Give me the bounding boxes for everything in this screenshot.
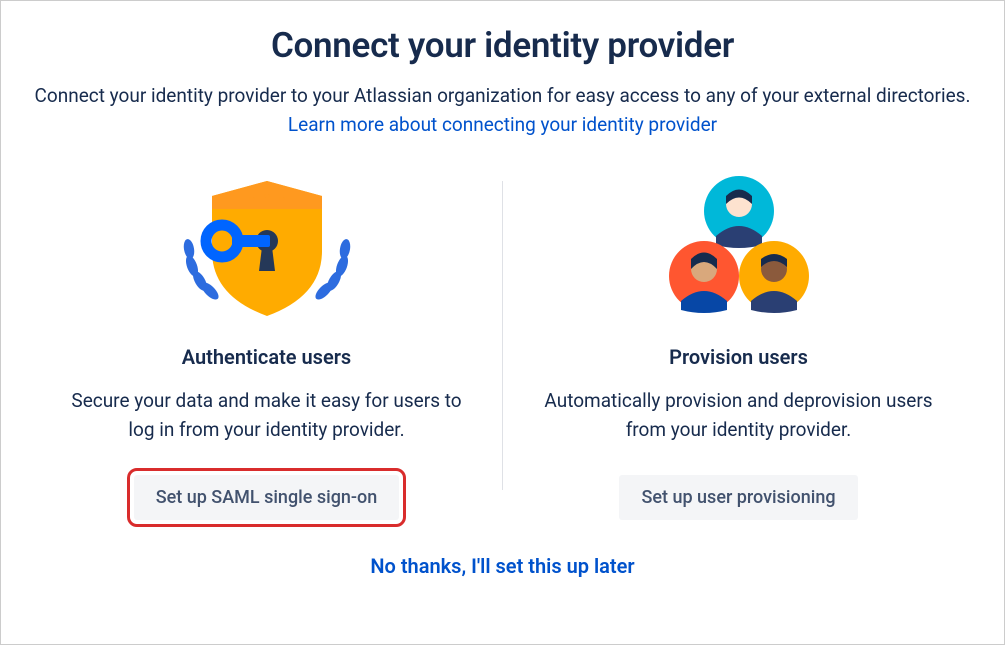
options-row: Authenticate users Secure your data and … xyxy=(21,171,984,520)
user-avatars-icon xyxy=(644,171,834,321)
setup-provisioning-button[interactable]: Set up user provisioning xyxy=(619,475,857,520)
page-subtitle: Connect your identity provider to your A… xyxy=(23,82,983,139)
authenticate-description: Secure your data and make it easy for us… xyxy=(61,387,472,445)
provision-title: Provision users xyxy=(669,345,808,369)
provision-description: Automatically provision and deprovision … xyxy=(533,387,944,445)
authenticate-card: Authenticate users Secure your data and … xyxy=(31,171,502,520)
subtitle-text: Connect your identity provider to your A… xyxy=(35,84,971,107)
learn-more-link[interactable]: Learn more about connecting your identit… xyxy=(288,113,717,136)
shield-key-icon xyxy=(172,171,362,321)
setup-saml-button[interactable]: Set up SAML single sign-on xyxy=(134,475,400,520)
skip-link[interactable]: No thanks, I'll set this up later xyxy=(370,554,634,578)
connect-idp-panel: Connect your identity provider Connect y… xyxy=(21,25,984,624)
page-title: Connect your identity provider xyxy=(271,25,734,66)
provision-card: Provision users Automatically provision … xyxy=(503,171,974,520)
authenticate-title: Authenticate users xyxy=(182,345,351,369)
